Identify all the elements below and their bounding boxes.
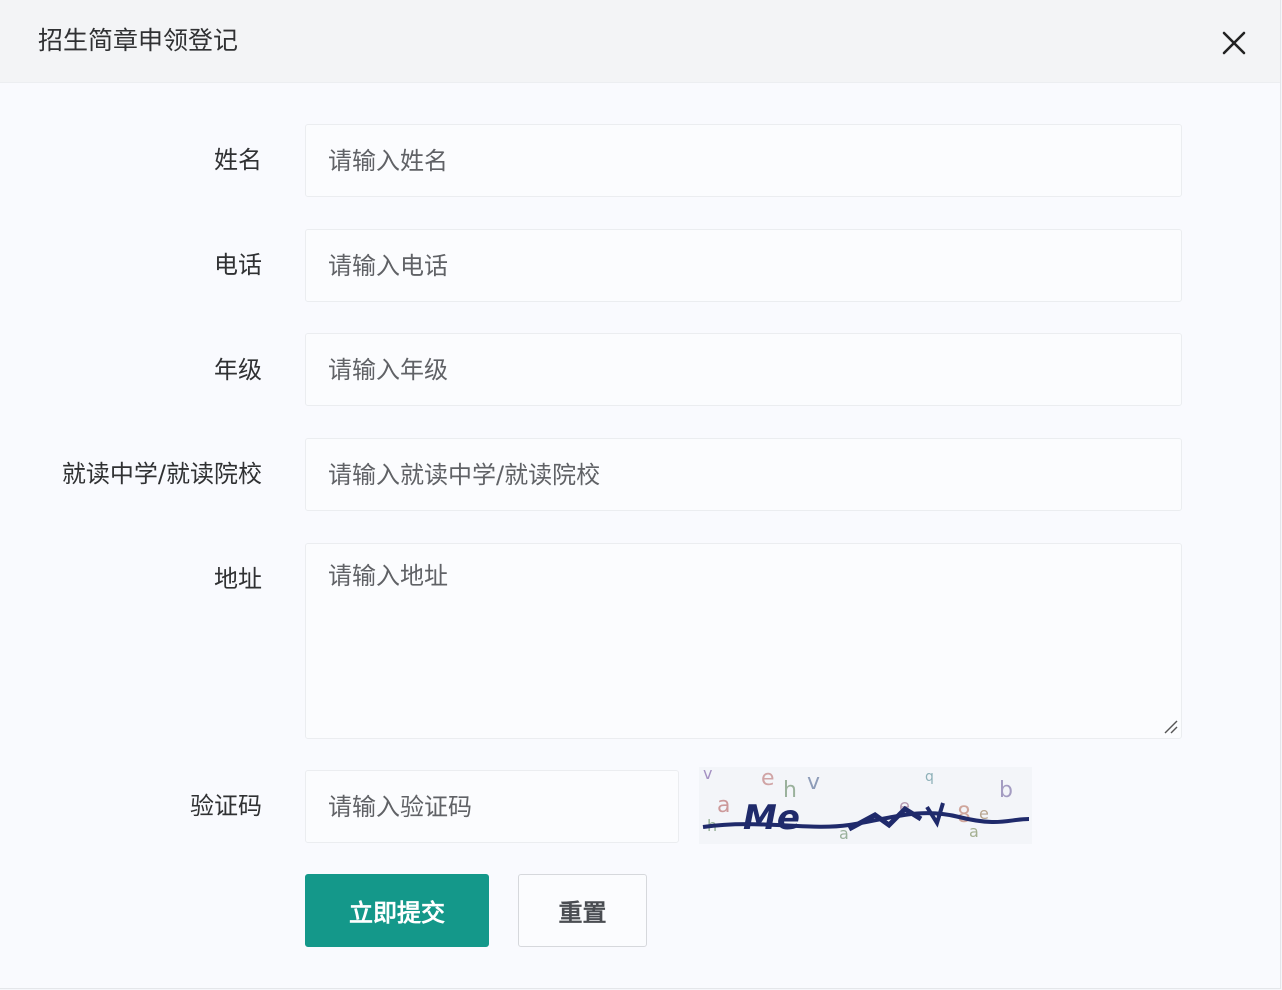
- school-label: 就读中学/就读院校: [61, 460, 262, 488]
- grade-input[interactable]: [305, 333, 1182, 406]
- svg-text:a: a: [717, 793, 730, 818]
- captcha-label: 验证码: [190, 792, 262, 820]
- captcha-image-text: Me: [743, 798, 800, 838]
- resize-handle-icon[interactable]: [1161, 717, 1179, 735]
- reset-button[interactable]: 重置: [518, 874, 647, 947]
- phone-input[interactable]: [305, 229, 1182, 302]
- grade-label: 年级: [214, 356, 262, 384]
- address-textarea[interactable]: [305, 543, 1182, 739]
- name-input[interactable]: [305, 124, 1182, 197]
- submit-button[interactable]: 立即提交: [305, 874, 489, 947]
- svg-text:a: a: [969, 822, 979, 841]
- close-button[interactable]: [1217, 26, 1251, 60]
- dialog-title: 招生简章申领登记: [38, 26, 239, 55]
- svg-text:v: v: [703, 767, 712, 783]
- svg-text:v: v: [807, 770, 820, 795]
- captcha-input[interactable]: [305, 770, 679, 843]
- phone-label: 电话: [214, 251, 262, 279]
- close-icon: [1222, 31, 1246, 55]
- svg-text:b: b: [999, 778, 1013, 803]
- dialog-header: 招生简章申领登记: [0, 0, 1280, 83]
- school-input[interactable]: [305, 438, 1182, 511]
- svg-text:e: e: [761, 767, 775, 791]
- registration-dialog: 招生简章申领登记 姓名 电话 年级 就读中学/就读院校 地址 验证码 e h v…: [0, 0, 1281, 989]
- svg-text:q: q: [925, 769, 934, 785]
- captcha-image[interactable]: e h v v a b 8 a a e q e h Me: [699, 767, 1032, 844]
- address-label: 地址: [214, 565, 262, 593]
- name-label: 姓名: [214, 146, 262, 174]
